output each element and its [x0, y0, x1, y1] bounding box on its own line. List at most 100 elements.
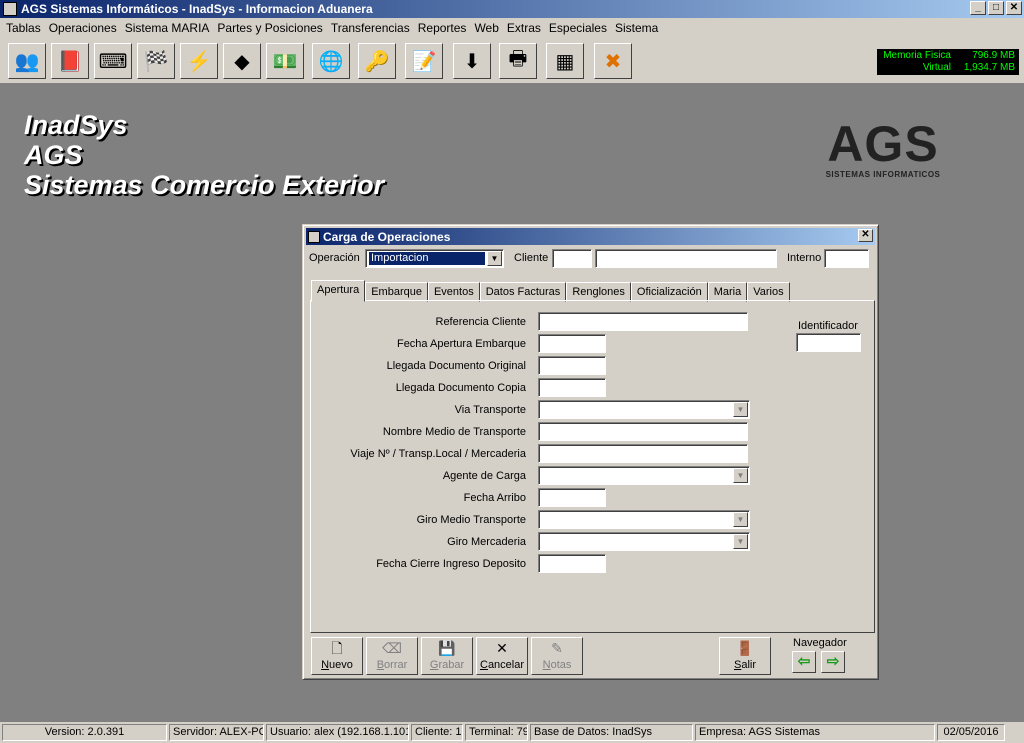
menu-sistema-maria[interactable]: Sistema MARIA: [121, 21, 214, 35]
interno-input[interactable]: [824, 249, 869, 268]
status-servidor: Servidor: ALEX-PC: [169, 724, 264, 741]
notas-button[interactable]: ✎ Notas: [531, 637, 583, 675]
status-empresa: Empresa: AGS Sistemas: [695, 724, 935, 741]
llegada-documento-copia-input[interactable]: [538, 378, 606, 397]
fecha-apertura-embarque-input[interactable]: [538, 334, 606, 353]
toolbar-button-users[interactable]: 👥: [8, 43, 46, 79]
brand-line-sistemas: Sistemas Comercio Exterior: [24, 170, 385, 200]
toolbar-button-exit[interactable]: ✖: [594, 43, 632, 79]
toolbar-button-globe[interactable]: 🌐: [312, 43, 350, 79]
fecha-arribo-label: Fecha Arribo: [463, 492, 526, 504]
menu-partes-posiciones[interactable]: Partes y Posiciones: [213, 21, 326, 35]
toolbar-button-flag[interactable]: 🏁: [137, 43, 175, 79]
toolbar-button-book[interactable]: 📕: [51, 43, 89, 79]
menu-sistema[interactable]: Sistema: [611, 21, 662, 35]
cancel-icon: ✕: [496, 640, 508, 656]
notes-icon: ✎: [551, 640, 563, 656]
cliente-code-input[interactable]: [552, 249, 592, 268]
tab-renglones[interactable]: Renglones: [566, 282, 631, 302]
globe-icon: 🌐: [318, 50, 344, 73]
fecha-cierre-ingreso-deposito-label: Fecha Cierre Ingreso Deposito: [376, 558, 526, 570]
cliente-name-input[interactable]: [595, 249, 777, 268]
dialog-close-button[interactable]: ✕: [858, 229, 873, 242]
toolbar-button-keyboard[interactable]: ⌨: [94, 43, 132, 79]
lightning-icon: ⚡: [186, 50, 212, 73]
via-transporte-select[interactable]: ▼: [538, 400, 750, 419]
toolbar-button-notepad[interactable]: 📝: [405, 43, 443, 79]
cliente-label: Cliente: [514, 252, 549, 264]
ags-logo: AGS SISTEMAS INFORMATICOS: [818, 118, 948, 179]
agente-carga-select[interactable]: ▼: [538, 466, 750, 485]
keyboard-icon: ⌨: [98, 50, 128, 73]
toolbar-button-user-key[interactable]: 🔑: [358, 43, 396, 79]
minimize-button[interactable]: _: [970, 1, 986, 15]
giro-medio-transporte-select[interactable]: ▼: [538, 510, 750, 529]
referencia-cliente-input[interactable]: [538, 312, 748, 331]
tab-eventos[interactable]: Eventos: [427, 282, 480, 302]
cancelar-button[interactable]: ✕ Cancelar: [476, 637, 528, 675]
fecha-cierre-ingreso-deposito-input[interactable]: [538, 554, 606, 573]
grabar-button[interactable]: 💾 Grabar: [421, 637, 473, 675]
identificador-input[interactable]: [796, 333, 861, 352]
menu-tablas[interactable]: Tablas: [2, 21, 45, 35]
chevron-down-icon[interactable]: ▼: [487, 251, 502, 266]
borrar-button[interactable]: ⌫ Borrar: [366, 637, 418, 675]
tab-varios[interactable]: Varios: [747, 282, 790, 302]
fecha-arribo-input[interactable]: [538, 488, 606, 507]
referencia-cliente-label: Referencia Cliente: [435, 316, 527, 328]
memory-virtual-label: Virtual: [922, 62, 951, 73]
chevron-down-icon[interactable]: ▼: [733, 402, 748, 417]
tab-embarque[interactable]: Embarque: [365, 282, 428, 302]
menu-transferencias[interactable]: Transferencias: [327, 21, 414, 35]
chevron-down-icon[interactable]: ▼: [733, 468, 748, 483]
toolbar: 👥 📕 ⌨ 🏁 ⚡ ◆ 💵 🌐 🔑 📝 ⬇ 🖶 ▦ ✖: [0, 38, 1024, 84]
memory-virtual-value: 1,934.7 MB: [963, 62, 1015, 73]
shapes-icon: ◆: [234, 50, 250, 73]
operacion-select[interactable]: Importacion ▼: [365, 249, 504, 268]
agente-carga-label: Agente de Carga: [442, 470, 526, 482]
chevron-down-icon[interactable]: ▼: [733, 512, 748, 527]
via-transporte-label: Via Transporte: [454, 404, 526, 416]
tab-oficializacion[interactable]: Oficialización: [630, 282, 708, 302]
menu-web[interactable]: Web: [470, 21, 502, 35]
toolbar-button-lightning[interactable]: ⚡: [180, 43, 218, 79]
nuevo-button[interactable]: 🗋 Nuevo: [311, 637, 363, 675]
status-terminal: Terminal: 79: [465, 724, 528, 741]
tab-apertura[interactable]: Apertura: [311, 280, 366, 302]
toolbar-button-shapes[interactable]: ◆: [223, 43, 261, 79]
salir-button[interactable]: 🚪 Salir: [719, 637, 771, 675]
printer-icon: 🖶: [508, 48, 528, 70]
close-button[interactable]: ✕: [1006, 1, 1022, 15]
toolbar-button-download[interactable]: ⬇: [453, 43, 491, 79]
money-icon: 💵: [272, 50, 298, 73]
interno-label: Interno: [787, 252, 822, 264]
menu-operaciones[interactable]: Operaciones: [45, 21, 121, 35]
maximize-button[interactable]: □: [988, 1, 1004, 15]
tab-maria[interactable]: Maria: [707, 282, 748, 302]
status-cliente: Cliente: 1: [411, 724, 463, 741]
nombre-medio-transporte-input[interactable]: [538, 422, 748, 441]
chevron-down-icon[interactable]: ▼: [733, 534, 748, 549]
menu-reportes[interactable]: Reportes: [414, 21, 471, 35]
toolbar-button-money[interactable]: 💵: [266, 43, 304, 79]
logo-subtitle: SISTEMAS INFORMATICOS: [825, 170, 941, 179]
checkered-flag-icon: 🏁: [143, 50, 169, 73]
llegada-documento-original-input[interactable]: [538, 356, 606, 375]
nav-prev-button[interactable]: ⇦: [792, 651, 816, 673]
toolbar-button-printer[interactable]: 🖶: [499, 43, 537, 79]
tab-datos-facturas[interactable]: Datos Facturas: [479, 282, 567, 302]
status-usuario: Usuario: alex (192.168.1.101): [266, 724, 409, 741]
viaje-transp-mercaderia-input[interactable]: [538, 444, 748, 463]
fecha-apertura-embarque-label: Fecha Apertura Embarque: [396, 338, 526, 350]
nav-next-button[interactable]: ⇨: [821, 651, 845, 673]
menu-especiales[interactable]: Especiales: [545, 21, 611, 35]
memory-fisica-label: Memoria Fisica: [883, 50, 951, 61]
toolbar-button-calculator[interactable]: ▦: [546, 43, 584, 79]
carga-operaciones-dialog: Carga de Operaciones ✕ Operación Importa…: [302, 224, 879, 680]
menu-extras[interactable]: Extras: [503, 21, 545, 35]
identificador-label: Identificador: [798, 320, 858, 332]
tab-strip: Apertura Embarque Eventos Datos Facturas…: [311, 280, 790, 302]
download-icon: ⬇: [463, 50, 481, 73]
giro-mercaderia-label: Giro Mercaderia: [447, 536, 526, 548]
giro-mercaderia-select[interactable]: ▼: [538, 532, 750, 551]
